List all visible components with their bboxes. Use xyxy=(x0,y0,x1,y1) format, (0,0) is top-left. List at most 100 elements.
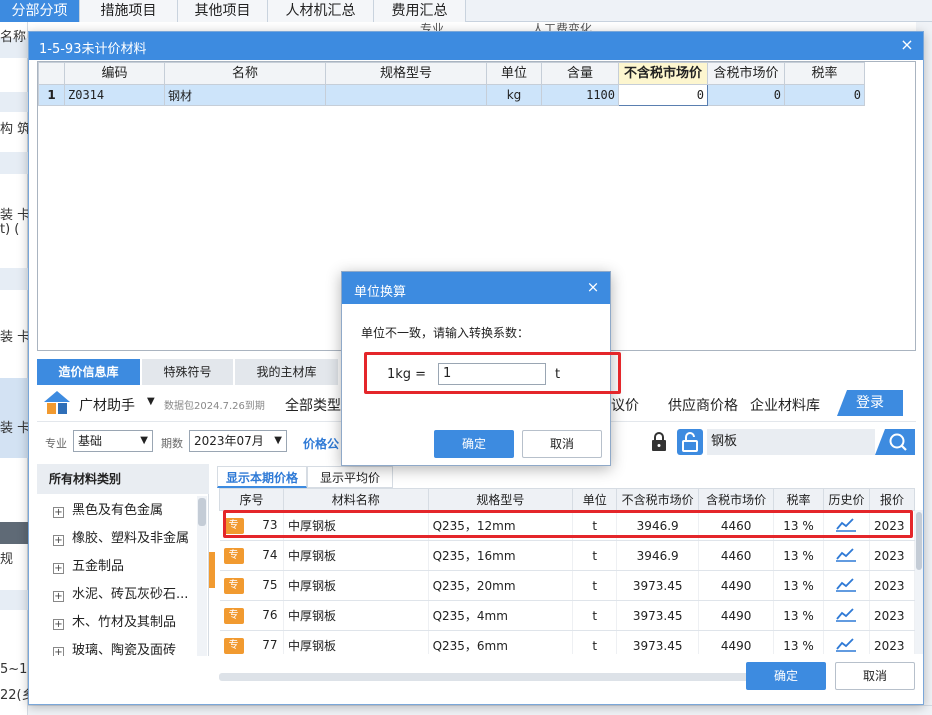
lock-icon[interactable] xyxy=(649,431,669,453)
col-header-material-name[interactable]: 材料名称 xyxy=(282,488,429,511)
chevron-down-icon[interactable]: ▼ xyxy=(147,396,155,407)
major-select[interactable]: 基础 ▼ xyxy=(73,430,153,452)
tab-labor-material-summary[interactable]: 人材机汇总 xyxy=(268,0,374,22)
enterprise-library-link[interactable]: 企业材料库 xyxy=(750,395,820,415)
cell-spec[interactable]: Q235，16mm xyxy=(428,540,574,571)
cell-history-price[interactable] xyxy=(823,570,870,601)
col-header-tax-rate[interactable]: 税率 xyxy=(784,62,865,85)
col-header-unit[interactable]: 单位 xyxy=(572,488,618,511)
close-icon[interactable]: × xyxy=(584,278,602,296)
price-horizontal-scrollbar[interactable] xyxy=(219,673,799,681)
col-header-seq[interactable]: 序号 xyxy=(219,488,284,511)
category-item[interactable]: + 黑色及有色金属 xyxy=(53,500,163,522)
cell-price-ex-tax[interactable]: 3946.9 xyxy=(616,540,700,571)
cell-spec[interactable]: Q235，6mm xyxy=(428,630,574,654)
cell-material-name[interactable]: 中厚钢板 xyxy=(283,630,429,654)
category-scrollbar-thumb[interactable] xyxy=(198,498,206,526)
expand-icon[interactable]: + xyxy=(53,591,64,602)
tab-measures[interactable]: 措施项目 xyxy=(80,0,178,22)
price-formula-link[interactable]: 价格公 xyxy=(303,435,339,452)
col-header-price-ex-tax[interactable]: 不含税市场价 xyxy=(618,62,708,85)
cell-price-ex-tax[interactable]: 3973.45 xyxy=(616,630,700,654)
search-button[interactable] xyxy=(875,429,915,455)
cell-unit[interactable]: t xyxy=(572,570,618,601)
material-search-input[interactable]: 钢板 xyxy=(707,429,875,455)
expand-icon[interactable]: + xyxy=(53,647,64,656)
category-item[interactable]: + 水泥、砖瓦灰砂石... xyxy=(53,584,188,606)
cell-history-price[interactable] xyxy=(823,630,870,654)
panel-splitter-handle[interactable] xyxy=(209,552,215,588)
cell-price-ex-tax-editor[interactable]: 0 xyxy=(618,84,708,106)
cell-price-in-tax[interactable]: 4490 xyxy=(698,570,775,601)
conversion-ok-button[interactable]: 确定 xyxy=(434,430,514,458)
cell-tax-rate[interactable]: 13 % xyxy=(773,540,825,571)
cell-material-name[interactable]: 中厚钢板 xyxy=(283,570,429,601)
table-row[interactable]: 专 74 中厚钢板 Q235，16mm t 3946.9 4460 13 % 2023 xyxy=(219,540,915,571)
col-header-price-ex-tax[interactable]: 不含税市场价 xyxy=(616,488,700,511)
cell-material-name[interactable]: 中厚钢板 xyxy=(283,600,429,631)
cell-history-price[interactable] xyxy=(823,540,870,571)
cell-report-price[interactable]: 2023 xyxy=(869,600,915,631)
col-header-spec[interactable]: 规格型号 xyxy=(325,62,487,85)
col-header-unit[interactable]: 单位 xyxy=(486,62,542,85)
cell-price-in-tax[interactable]: 4460 xyxy=(698,540,775,571)
table-row[interactable]: 专 76 中厚钢板 Q235，4mm t 3973.45 4490 13 % 2023 xyxy=(219,600,915,631)
col-header-price-in-tax[interactable]: 含税市场价 xyxy=(698,488,775,511)
col-header-price-in-tax[interactable]: 含税市场价 xyxy=(707,62,785,85)
cell-report-price[interactable]: 2023 xyxy=(869,570,915,601)
brand-name[interactable]: 广材助手 xyxy=(79,395,135,415)
cell-unit[interactable]: t xyxy=(572,540,618,571)
category-item[interactable]: + 橡胶、塑料及非金属 xyxy=(53,528,189,550)
supplier-price-link[interactable]: 供应商价格 xyxy=(668,395,738,415)
cell-price-in-tax[interactable]: 0 xyxy=(707,84,785,106)
trend-chart-icon[interactable] xyxy=(835,546,857,562)
tab-cost-summary[interactable]: 费用汇总 xyxy=(374,0,466,22)
cell-tax-rate[interactable]: 13 % xyxy=(773,570,825,601)
table-row[interactable]: 1 Z0314 钢材 kg 1100 0 0 0 xyxy=(38,84,865,106)
expand-icon[interactable]: + xyxy=(53,535,64,546)
col-header-qty[interactable]: 含量 xyxy=(541,62,619,85)
cell-report-price[interactable]: 2023 xyxy=(869,630,915,654)
cell-name[interactable]: 钢材 xyxy=(164,84,326,106)
dialog-title-bar[interactable]: 1-5-93未计价材料 × xyxy=(29,32,923,60)
cell-history-price[interactable] xyxy=(823,600,870,631)
col-header-tax-rate[interactable]: 税率 xyxy=(773,488,825,511)
category-item[interactable]: + 玻璃、陶瓷及面砖 xyxy=(53,640,176,656)
table-row[interactable]: 专 77 中厚钢板 Q235，6mm t 3973.45 4490 13 % 2023 xyxy=(219,630,915,654)
expand-icon[interactable]: + xyxy=(53,563,64,574)
tab-special-symbols[interactable]: 特殊符号 xyxy=(142,359,234,385)
conversion-cancel-button[interactable]: 取消 xyxy=(522,430,602,458)
cell-code[interactable]: Z0314 xyxy=(64,84,165,106)
tab-my-main-materials[interactable]: 我的主材库 xyxy=(235,359,339,385)
conversion-title-bar[interactable]: 单位换算 × xyxy=(342,272,610,304)
cell-tax-rate[interactable]: 13 % xyxy=(773,630,825,654)
expand-icon[interactable]: + xyxy=(53,619,64,630)
close-icon[interactable]: × xyxy=(897,35,917,55)
cell-report-price[interactable]: 2023 xyxy=(869,540,915,571)
expand-icon[interactable]: + xyxy=(53,507,64,518)
cell-spec[interactable]: Q235，4mm xyxy=(428,600,574,631)
col-header-name[interactable]: 名称 xyxy=(164,62,326,85)
cell-tax-rate[interactable]: 13 % xyxy=(773,600,825,631)
login-button[interactable]: 登录 xyxy=(837,390,903,416)
type-filter-all[interactable]: 全部类型 xyxy=(285,395,341,415)
col-header-spec[interactable]: 规格型号 xyxy=(427,488,574,511)
trend-chart-icon[interactable] xyxy=(835,576,857,592)
tab-average-price[interactable]: 显示平均价 xyxy=(307,466,393,488)
trend-chart-icon[interactable] xyxy=(835,636,857,652)
cell-spec[interactable] xyxy=(325,84,487,106)
cell-unit[interactable]: t xyxy=(572,630,618,654)
tab-current-price[interactable]: 显示本期价格 xyxy=(217,466,307,488)
tab-cost-info-library[interactable]: 造价信息库 xyxy=(37,359,141,385)
main-ok-button[interactable]: 确定 xyxy=(746,662,826,690)
col-header-code[interactable]: 编码 xyxy=(64,62,165,85)
cell-price-ex-tax[interactable]: 3973.45 xyxy=(616,570,700,601)
cell-unit[interactable]: t xyxy=(572,600,618,631)
tab-other-items[interactable]: 其他项目 xyxy=(178,0,268,22)
period-select[interactable]: 2023年07月 ▼ xyxy=(189,430,287,452)
cell-qty[interactable]: 1100 xyxy=(541,84,619,106)
cell-tax-rate[interactable]: 0 xyxy=(784,84,865,106)
col-header-report-price[interactable]: 报价 xyxy=(868,488,915,511)
trend-chart-icon[interactable] xyxy=(835,606,857,622)
cell-material-name[interactable]: 中厚钢板 xyxy=(283,540,429,571)
